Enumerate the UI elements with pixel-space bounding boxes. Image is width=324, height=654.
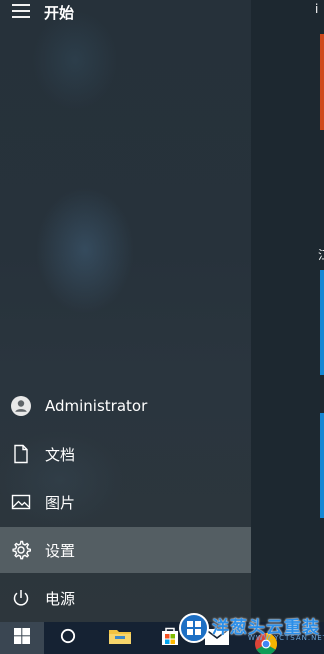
- watermark: 洋葱头云重装 WWW.YCTSAN.NET: [176, 612, 324, 654]
- menu-item-label: 图片: [45, 493, 76, 512]
- windows-start-button[interactable]: [0, 622, 44, 654]
- menu-item-label: 设置: [45, 541, 76, 560]
- tile-blue[interactable]: [320, 270, 324, 375]
- document-icon: [10, 443, 32, 465]
- tile-orange[interactable]: [320, 34, 324, 130]
- desktop-screen: 开始 Administrator 文档 图片 设置 电源 i 洋葱头云重装 WW…: [0, 0, 324, 654]
- start-menu-header: 开始: [0, 0, 251, 24]
- watermark-logo-icon: [178, 612, 210, 648]
- menu-item-documents[interactable]: 文档: [0, 431, 251, 477]
- menu-item-label: 电源: [45, 589, 76, 608]
- file-explorer-button[interactable]: [96, 622, 144, 654]
- windows-start-icon: [14, 628, 30, 648]
- gear-icon: [10, 539, 32, 561]
- tiles-area: [251, 0, 324, 622]
- menu-item-user[interactable]: Administrator: [0, 383, 251, 429]
- tile-group-label: 江: [318, 246, 324, 263]
- tile-group-label: i: [315, 2, 319, 16]
- hamburger-menu-icon[interactable]: [12, 4, 30, 18]
- start-menu-title: 开始: [44, 4, 75, 22]
- user-icon: [10, 395, 32, 417]
- tile-blue[interactable]: [320, 413, 324, 518]
- menu-item-label: 文档: [45, 445, 76, 464]
- power-icon: [10, 587, 32, 609]
- picture-icon: [10, 491, 32, 513]
- start-menu-pane: 开始 Administrator 文档 图片 设置 电源: [0, 0, 251, 622]
- watermark-subtext: WWW.YCTSAN.NET: [248, 634, 324, 642]
- file-explorer-icon: [108, 626, 132, 650]
- menu-item-label: Administrator: [45, 397, 148, 415]
- cortana-icon: [60, 628, 76, 648]
- menu-item-pictures[interactable]: 图片: [0, 479, 251, 525]
- cortana-button[interactable]: [44, 622, 92, 654]
- menu-item-settings[interactable]: 设置: [0, 527, 251, 573]
